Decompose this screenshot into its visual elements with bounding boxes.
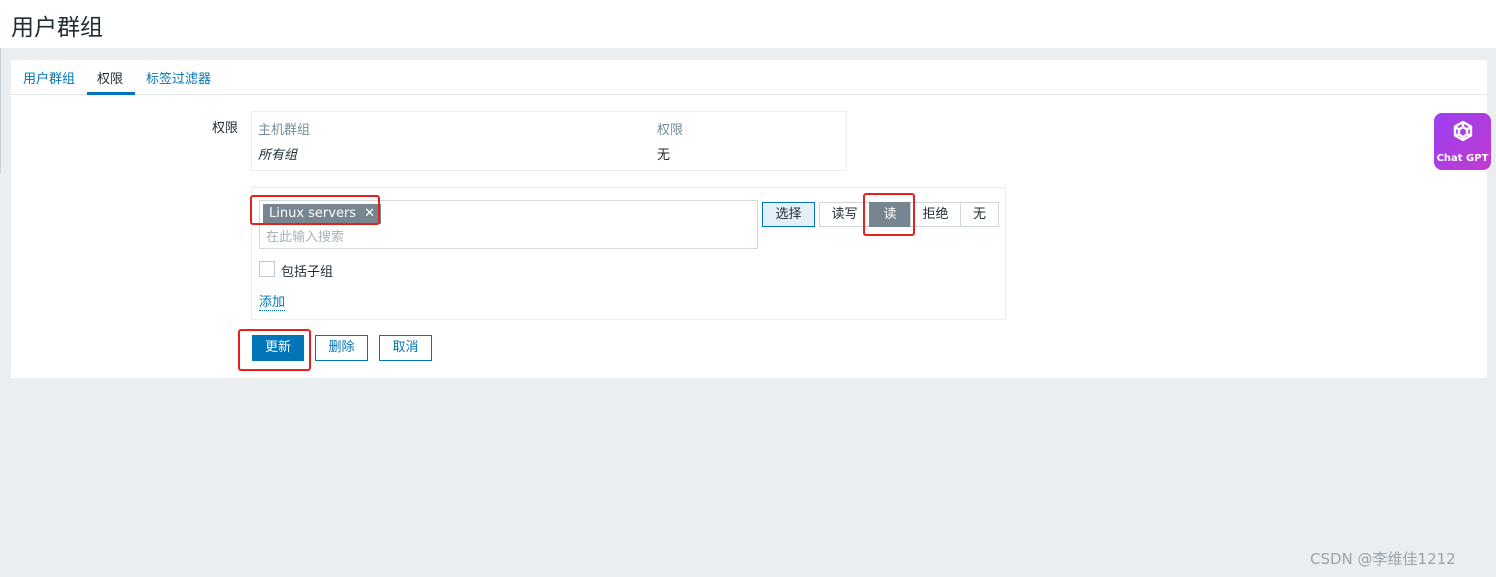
active-tab-indicator xyxy=(87,92,135,95)
permission-toggle-group: 读写 读 拒绝 无 xyxy=(819,202,999,227)
page-header: 用户群组 xyxy=(0,0,1496,48)
tab-user-group[interactable]: 用户群组 xyxy=(23,68,75,87)
include-subgroups-checkbox[interactable] xyxy=(259,261,275,277)
selected-chip: Linux servers ✕ xyxy=(263,204,381,224)
column-header-permission: 权限 xyxy=(657,123,684,138)
tab-bar: 用户群组 权限 标签过滤器 xyxy=(11,60,1487,95)
tab-tag-filter[interactable]: 标签过滤器 xyxy=(146,68,211,87)
permission-option-read-write[interactable]: 读写 xyxy=(819,202,870,227)
permissions-label: 权限 xyxy=(212,121,239,136)
chatgpt-badge-label: Chat GPT xyxy=(1436,153,1489,164)
permission-option-deny[interactable]: 拒绝 xyxy=(910,202,961,227)
permission-option-read[interactable]: 读 xyxy=(869,202,911,227)
column-header-host-group: 主机群组 xyxy=(258,123,311,138)
permissions-table: 主机群组 权限 所有组 无 xyxy=(251,111,847,171)
add-link[interactable]: 添加 xyxy=(259,291,286,311)
delete-button[interactable]: 删除 xyxy=(315,335,368,361)
host-group-search-input[interactable] xyxy=(266,228,746,246)
chatgpt-logo-icon xyxy=(1453,120,1473,142)
add-permission-panel: Linux servers ✕ 选择 读写 读 拒绝 无 包括子组 添加 xyxy=(251,187,1006,320)
host-group-multiselect[interactable]: Linux servers ✕ xyxy=(259,200,758,249)
tab-permissions[interactable]: 权限 xyxy=(97,68,123,87)
select-button[interactable]: 选择 xyxy=(762,202,815,227)
table-cell-permission: 无 xyxy=(657,148,671,163)
permission-option-none[interactable]: 无 xyxy=(960,202,999,227)
chip-remove-icon[interactable]: ✕ xyxy=(364,204,375,224)
watermark: CSDN @李维佳1212 xyxy=(1310,550,1456,568)
chatgpt-badge[interactable]: Chat GPT xyxy=(1434,113,1491,170)
update-button[interactable]: 更新 xyxy=(252,335,304,361)
page-title: 用户群组 xyxy=(11,15,103,41)
table-cell-group: 所有组 xyxy=(258,148,298,163)
include-subgroups-label: 包括子组 xyxy=(281,265,334,280)
cancel-button[interactable]: 取消 xyxy=(379,335,432,361)
chip-label: Linux servers xyxy=(269,206,357,221)
form-card: 用户群组 权限 标签过滤器 权限 主机群组 权限 所有组 无 Linux ser… xyxy=(11,60,1487,378)
left-edge-divider xyxy=(0,48,1,173)
